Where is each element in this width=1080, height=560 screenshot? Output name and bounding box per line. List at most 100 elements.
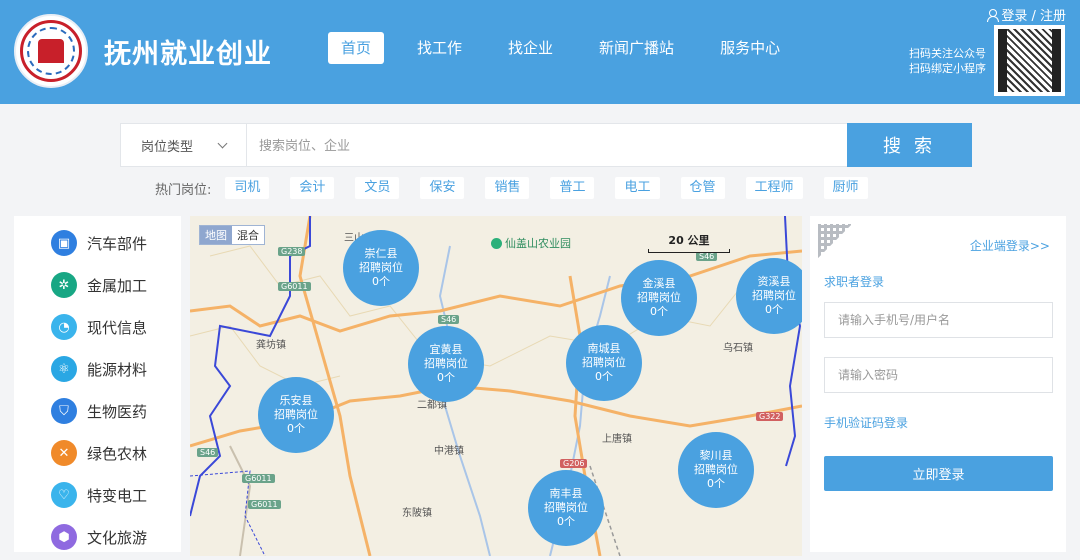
nav-find-job[interactable]: 找工作 [404, 32, 475, 64]
county-job-label: 招聘岗位 [694, 463, 738, 476]
county-bubble[interactable]: 南丰县 招聘岗位 0个 [528, 470, 604, 546]
phone-username-input[interactable] [824, 302, 1053, 338]
job-type-label: 岗位类型 [140, 139, 193, 155]
qr-login-corner-icon[interactable] [818, 224, 852, 258]
qr-caption: 扫码关注公众号 扫码绑定小程序 [909, 46, 986, 76]
map-toggle-mixed[interactable]: 混合 [232, 226, 264, 244]
nav-home[interactable]: 首页 [328, 32, 385, 64]
map-place: 中港镇 [434, 446, 464, 457]
county-bubble[interactable]: 黎川县 招聘岗位 0个 [678, 432, 754, 508]
seeker-login-tab[interactable]: 求职者登录 [824, 273, 884, 290]
search-button[interactable]: 搜 索 [847, 123, 972, 167]
nav-news[interactable]: 新闻广播站 [586, 32, 687, 64]
county-job-count: 0个 [595, 370, 613, 383]
road-label: G6011 [278, 282, 311, 291]
culture-tourism-icon: ⬢ [51, 524, 77, 550]
county-bubble[interactable]: 宜黄县 招聘岗位 0个 [408, 326, 484, 402]
map-poi-label: 仙盖山农业园 [505, 237, 571, 250]
county-bubble[interactable]: 金溪县 招聘岗位 0个 [621, 260, 697, 336]
nav-find-company[interactable]: 找企业 [495, 32, 566, 64]
map-place: 东陂镇 [402, 508, 432, 519]
county-bubble[interactable]: 南城县 招聘岗位 0个 [566, 325, 642, 401]
hot-tag[interactable]: 普工 [550, 177, 595, 199]
modern-info-icon: ◔ [51, 314, 77, 340]
enterprise-login-link[interactable]: 企业端登录>> [970, 237, 1050, 254]
category-item[interactable]: ♡ 特变电工 [14, 474, 181, 516]
category-label: 金属加工 [87, 276, 148, 295]
map-type-toggle[interactable]: 地图 混合 [199, 225, 265, 245]
category-item[interactable]: ✕ 绿色农林 [14, 432, 181, 474]
nav-service-center[interactable]: 服务中心 [707, 32, 793, 64]
site-header: 抚州就业创业 首页 找工作 找企业 新闻广播站 服务中心 登录 / 注册 扫码关… [0, 0, 1080, 104]
map-scale: 20 公里 [648, 232, 730, 253]
hot-tag[interactable]: 电工 [615, 177, 660, 199]
map-place: 上唐镇 [602, 434, 632, 445]
map-scale-bar [648, 249, 730, 253]
county-name: 崇仁县 [364, 247, 398, 260]
category-label: 汽车部件 [87, 234, 148, 253]
category-label: 文化旅游 [87, 528, 148, 547]
county-name: 南城县 [587, 342, 621, 355]
county-name: 资溪县 [757, 275, 791, 288]
hot-tag[interactable]: 仓管 [680, 177, 725, 199]
hot-tag[interactable]: 司机 [225, 177, 270, 199]
poi-marker-icon [491, 237, 502, 249]
county-name: 宜黄县 [429, 343, 463, 356]
login-button[interactable]: 立即登录 [824, 456, 1053, 491]
category-item[interactable]: ⛉ 生物医药 [14, 390, 181, 432]
search-bar: 岗位类型 搜 索 [120, 123, 972, 167]
county-job-label: 招聘岗位 [274, 408, 318, 421]
county-job-label: 招聘岗位 [582, 356, 626, 369]
category-label: 绿色农林 [87, 444, 148, 463]
county-bubble[interactable]: 乐安县 招聘岗位 0个 [258, 377, 334, 453]
map-poi: 仙盖山农业园 [491, 235, 571, 251]
search-input[interactable] [247, 124, 847, 166]
hot-tag[interactable]: 保安 [420, 177, 465, 199]
hot-jobs: 热门岗位: 司机 会计 文员 保安 销售 普工 电工 仓管 工程师 厨师 [155, 177, 889, 199]
password-input[interactable] [824, 357, 1053, 393]
county-job-label: 招聘岗位 [359, 261, 403, 274]
category-label: 生物医药 [87, 402, 148, 421]
county-job-label: 招聘岗位 [752, 289, 796, 302]
category-label: 特变电工 [87, 486, 148, 505]
category-item[interactable]: ⚛ 能源材料 [14, 348, 181, 390]
road-label: G6011 [242, 474, 275, 483]
county-job-count: 0个 [557, 515, 575, 528]
county-job-label: 招聘岗位 [637, 291, 681, 304]
road-label: G6011 [248, 500, 281, 509]
chevron-down-icon [217, 138, 228, 148]
hot-tag[interactable]: 文员 [355, 177, 400, 199]
county-job-count: 0个 [707, 477, 725, 490]
map-place: 龚坊镇 [256, 340, 286, 351]
sms-login-link[interactable]: 手机验证码登录 [824, 414, 908, 431]
hot-tag[interactable]: 厨师 [823, 177, 868, 199]
county-name: 黎川县 [699, 449, 733, 462]
category-item[interactable]: ✲ 金属加工 [14, 264, 181, 306]
category-item[interactable]: ⬢ 文化旅游 [14, 516, 181, 558]
county-bubble[interactable]: 资溪县 招聘岗位 0个 [736, 258, 802, 334]
site-logo[interactable] [14, 14, 88, 88]
category-item[interactable]: ▣ 汽车部件 [14, 222, 181, 264]
job-type-select[interactable]: 岗位类型 [121, 124, 247, 166]
road-label: S46 [438, 315, 460, 324]
category-label: 能源材料 [87, 360, 148, 379]
county-name: 乐安县 [279, 394, 313, 407]
hot-tag[interactable]: 工程师 [745, 177, 803, 199]
login-register-link[interactable]: 登录 / 注册 [986, 5, 1066, 24]
category-item[interactable]: ◔ 现代信息 [14, 306, 181, 348]
county-job-count: 0个 [372, 275, 390, 288]
hot-tag[interactable]: 会计 [290, 177, 335, 199]
county-job-count: 0个 [765, 303, 783, 316]
job-map[interactable]: 地图 混合 20 公里 仙盖山农业园 龚坊镇 二都镇 中港镇 东陂镇 上唐镇 乌… [190, 216, 802, 556]
green-agriculture-icon: ✕ [51, 440, 77, 466]
road-label: G322 [756, 412, 784, 421]
login-register-text: 登录 / 注册 [1001, 9, 1066, 24]
road-label: G206 [560, 459, 588, 468]
electrical-icon: ♡ [51, 482, 77, 508]
county-bubble[interactable]: 崇仁县 招聘岗位 0个 [343, 230, 419, 306]
logo-emblem-icon [20, 20, 82, 82]
qr-code-icon [998, 29, 1061, 92]
map-toggle-map[interactable]: 地图 [200, 226, 232, 244]
road-label: G238 [278, 247, 306, 256]
hot-tag[interactable]: 销售 [485, 177, 530, 199]
